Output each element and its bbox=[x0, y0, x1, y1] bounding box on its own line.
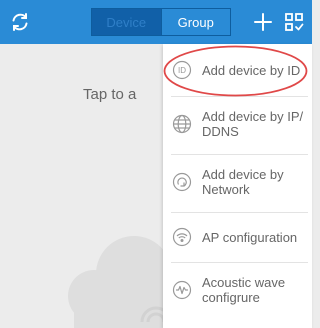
menu-item-label: Add device by IP/ DDNS bbox=[202, 109, 304, 139]
menu-item-add-by-id[interactable]: ID Add device by ID bbox=[163, 47, 312, 93]
refresh-button[interactable] bbox=[6, 8, 34, 36]
menu-divider bbox=[171, 212, 308, 213]
scan-button[interactable] bbox=[280, 8, 308, 36]
menu-item-add-by-ip[interactable]: Add device by IP/ DDNS bbox=[163, 100, 312, 148]
top-bar: Device Group bbox=[0, 0, 312, 44]
menu-item-acoustic-wave[interactable]: Acoustic wave configrure bbox=[163, 266, 312, 314]
wifi-icon bbox=[172, 227, 192, 247]
add-button[interactable] bbox=[250, 8, 276, 36]
refresh-icon bbox=[12, 13, 28, 31]
menu-divider bbox=[171, 262, 308, 263]
menu-item-label: Add device by ID bbox=[202, 62, 301, 78]
menu-item-label: Add device by Network bbox=[202, 167, 284, 197]
menu-divider bbox=[171, 96, 308, 97]
menu-item-label: AP configuration bbox=[202, 229, 298, 245]
menu-item-add-by-network[interactable]: Add device by Network bbox=[163, 158, 312, 206]
tab-group[interactable]: Group bbox=[160, 9, 230, 35]
add-device-menu: ID Add device by ID Add device by IP/ DD… bbox=[163, 44, 312, 328]
qr-scan-icon bbox=[285, 13, 304, 31]
id-icon: ID bbox=[172, 60, 192, 80]
tab-device[interactable]: Device bbox=[92, 9, 161, 35]
plus-icon bbox=[254, 13, 272, 31]
menu-divider bbox=[171, 154, 308, 155]
empty-hint-text: Tap to a bbox=[83, 86, 137, 103]
device-group-toggle: Device Group bbox=[91, 8, 231, 36]
svg-text:ID: ID bbox=[178, 66, 186, 75]
menu-item-ap-configuration[interactable]: AP configuration bbox=[163, 216, 312, 258]
globe-icon bbox=[172, 114, 192, 134]
sound-wave-icon bbox=[172, 280, 192, 300]
menu-item-label: Acoustic wave configrure bbox=[202, 275, 286, 305]
network-icon bbox=[172, 172, 192, 192]
